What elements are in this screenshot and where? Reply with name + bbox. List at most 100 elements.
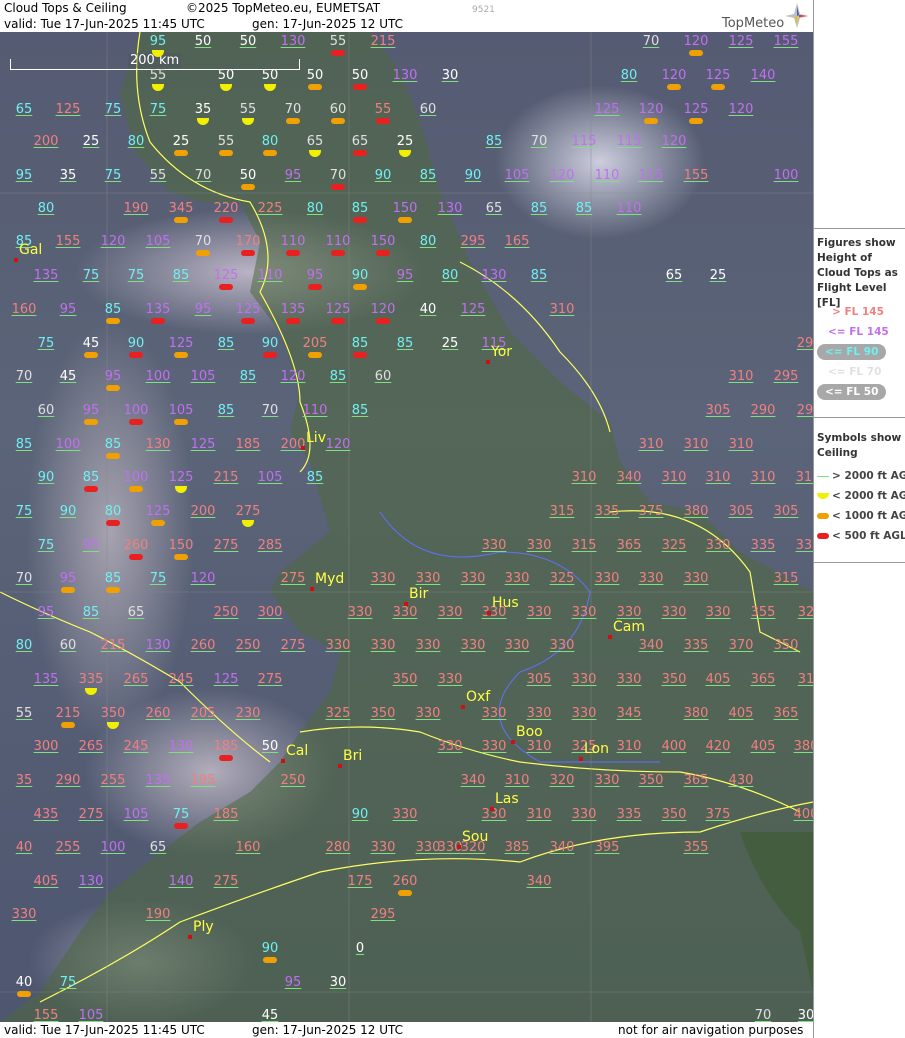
cloud-top-label: 75 — [172, 807, 190, 822]
cloud-top-label: 85 — [104, 571, 122, 586]
cloud-top-label: 45 — [82, 336, 100, 351]
city-label: Oxf — [466, 689, 491, 705]
cloud-top-label: 305 — [773, 504, 799, 519]
cloud-top-label: 125 — [325, 302, 351, 317]
cloud-top-label: 65 — [485, 201, 503, 216]
ceiling-red-symbol — [129, 419, 143, 425]
ceiling-red-symbol — [331, 50, 345, 56]
city-dot — [281, 759, 285, 763]
cloud-top-label: 80 — [261, 134, 279, 149]
topmeteo-logo[interactable]: TopMeteo — [720, 2, 810, 31]
cloud-top-label: 190 — [145, 907, 171, 922]
ceiling-red-symbol — [241, 318, 255, 324]
cloud-top-label: 35 — [194, 102, 212, 117]
cloud-top-label: 95 — [284, 975, 302, 990]
legend-fl-le70: <= FL 70 — [828, 366, 882, 378]
cloud-top-label: 305 — [705, 403, 731, 418]
city-label: Hus — [492, 595, 519, 611]
cloud-top-label: 305 — [728, 504, 754, 519]
cloud-top-label: 50 — [239, 168, 257, 183]
city-dot — [404, 602, 408, 606]
city-dot — [579, 757, 583, 761]
cloud-top-label: 375 — [705, 807, 731, 822]
cloud-top-label: 130 — [280, 34, 306, 49]
cloud-top-label: 100 — [100, 840, 126, 855]
cloud-top-label: 315 — [549, 504, 575, 519]
cloud-top-label: 330 — [481, 706, 507, 721]
cloud-top-label: 40 — [419, 302, 437, 317]
cloud-top-label: 295 — [460, 234, 486, 249]
cloud-top-label: 90 — [59, 504, 77, 519]
cloud-top-label: 95 — [284, 168, 302, 183]
cloud-top-label: 255 — [100, 773, 126, 788]
ceiling-red-symbol — [219, 284, 233, 290]
cloud-top-label: 315 — [773, 571, 799, 586]
cloud-top-label: 330 — [571, 706, 597, 721]
cloud-top-label: 350 — [661, 807, 687, 822]
cloud-top-label: 65 — [665, 268, 683, 283]
ceiling-orange-symbol — [17, 991, 31, 997]
cloud-top-label: 330 — [549, 638, 575, 653]
cloud-top-label: 275 — [213, 538, 239, 553]
ceiling-red-symbol — [353, 217, 367, 223]
cloud-top-label: 140 — [168, 874, 194, 889]
cloud-top-label: 330 — [571, 807, 597, 822]
cloud-top-label: 335 — [683, 638, 709, 653]
cloud-top-label: 365 — [683, 773, 709, 788]
cloud-top-label: 65 — [15, 102, 33, 117]
cloud-top-label: 300 — [33, 739, 59, 754]
cloud-top-label: 85 — [172, 268, 190, 283]
cloud-top-label: 85 — [351, 336, 369, 351]
cloud-top-label: 120 — [325, 437, 351, 452]
ceiling-orange-symbol — [308, 352, 322, 358]
cloud-top-label: 400 — [661, 739, 687, 754]
cloud-top-label: 90 — [464, 168, 482, 183]
cloud-top-label: 29 — [796, 336, 813, 351]
cloud-top-label: 330 — [481, 739, 507, 754]
cloud-top-label: 330 — [661, 605, 687, 620]
ceiling-red-symbol — [308, 284, 322, 290]
cloud-top-label: 215 — [213, 470, 239, 485]
legend-fl-gt145: > FL 145 — [832, 306, 884, 318]
city-dot — [188, 935, 192, 939]
cloud-top-label: 310 — [526, 739, 552, 754]
cloud-top-label: 305 — [526, 672, 552, 687]
cloud-map[interactable]: 200 km 95 50 50 130 55 215 70 120 125 155 55 50 50 50… — [0, 32, 813, 1022]
cloud-top-label: 310 — [661, 470, 687, 485]
cloud-top-label: 405 — [728, 706, 754, 721]
ceiling-red-symbol — [376, 118, 390, 124]
cloud-top-label: 125 — [594, 102, 620, 117]
cloud-top-label: 355 — [750, 605, 776, 620]
ceiling-orange-symbol — [711, 84, 725, 90]
ceiling-orange-symbol — [263, 150, 277, 156]
cloud-top-label: 25 — [709, 268, 727, 283]
cloud-top-label: 120 — [100, 234, 126, 249]
cloud-top-label: 340 — [616, 470, 642, 485]
city-dot — [461, 705, 465, 709]
cloud-top-label: 95 — [104, 369, 122, 384]
cloud-top-label: 95 — [59, 571, 77, 586]
cloud-top-label: 310 — [549, 302, 575, 317]
cloud-top-label: 340 — [549, 840, 575, 855]
ceiling-red-symbol — [286, 250, 300, 256]
ceiling-red-symbol — [106, 520, 120, 526]
cloud-top-label: 31 — [797, 672, 813, 687]
cloud-top-label: 25 — [396, 134, 414, 149]
ceiling-orange-symbol — [84, 352, 98, 358]
cloud-top-label: 335 — [594, 504, 620, 519]
cloud-top-label: 125 — [55, 102, 81, 117]
ceiling-orange-symbol — [398, 890, 412, 896]
cloud-top-label: 150 — [370, 234, 396, 249]
city-label: Cam — [613, 619, 645, 635]
cloud-top-label: 110 — [325, 234, 351, 249]
cloud-top-label: 55 — [329, 34, 347, 49]
cloud-top-label: 310 — [705, 470, 731, 485]
ceiling-red-symbol — [353, 150, 367, 156]
cloud-top-label: 85 — [485, 134, 503, 149]
cloud-top-label: 75 — [104, 102, 122, 117]
cloud-top-label: 75 — [59, 975, 77, 990]
cloud-top-label: 85 — [396, 336, 414, 351]
cloud-top-label: 330 — [795, 538, 813, 553]
cloud-top-label: 105 — [145, 234, 171, 249]
cloud-top-label: 200 — [33, 134, 59, 149]
